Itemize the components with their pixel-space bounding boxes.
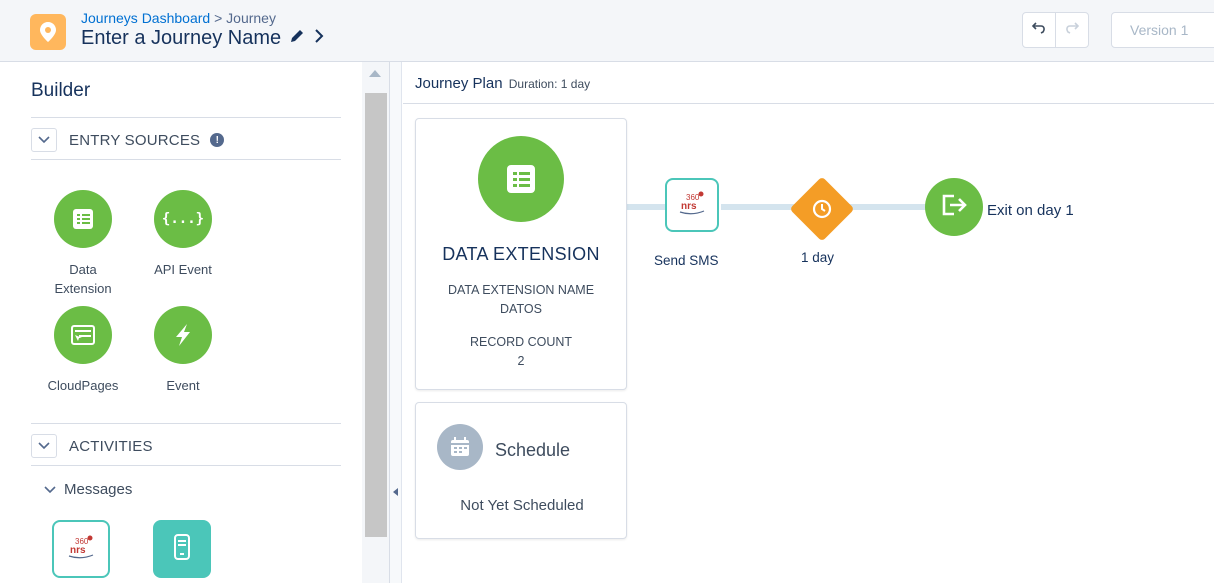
entry-source-card[interactable]: DATA EXTENSION DATA EXTENSION NAME DATOS… <box>415 118 627 390</box>
divider <box>31 423 341 424</box>
connector-line <box>849 204 927 210</box>
plan-title-text: Journey Plan <box>415 75 503 92</box>
svg-text:nrs: nrs <box>70 545 86 556</box>
lightning-icon <box>154 306 212 364</box>
info-icon[interactable]: ! <box>210 133 225 147</box>
record-count-value: 2 <box>517 354 525 368</box>
activity-mobile-message[interactable] <box>153 520 211 578</box>
entry-name-value: DATOS <box>500 302 542 316</box>
breadcrumb-dashboard-link[interactable]: Journeys Dashboard <box>81 10 210 26</box>
schedule-title: Schedule <box>495 440 571 460</box>
entry-card-name: DATA EXTENSION NAME DATOS <box>416 281 626 319</box>
undo-button[interactable] <box>1022 12 1056 48</box>
builder-title: Builder <box>31 80 91 101</box>
journey-title[interactable]: Enter a Journey Name <box>81 27 325 50</box>
entry-source-label: Event <box>166 378 200 393</box>
api-event-icon: {...} <box>154 190 212 248</box>
entry-source-label: Data Extension <box>54 262 112 296</box>
entry-source-label: CloudPages <box>47 378 119 393</box>
builder-panel: Builder ENTRY SOURCES ! Data Extension {… <box>0 62 362 583</box>
calendar-icon <box>437 424 483 470</box>
svg-text:nrs: nrs <box>681 201 697 212</box>
panel-collapse-handle[interactable] <box>390 62 402 583</box>
sms-360nrs-icon: 360 nrs <box>66 534 96 565</box>
divider <box>31 159 341 160</box>
entry-sources-label: ENTRY SOURCES <box>69 131 201 149</box>
entry-source-data-extension[interactable]: Data Extension <box>38 190 128 298</box>
divider <box>31 117 341 118</box>
send-sms-activity[interactable]: 360 nrs <box>665 178 719 232</box>
divider <box>31 465 341 466</box>
chevron-right-icon[interactable] <box>313 27 325 50</box>
entry-source-event[interactable]: Event <box>138 306 228 395</box>
exit-label: Exit on day 1 <box>987 202 1074 219</box>
entry-card-title: DATA EXTENSION <box>442 244 600 264</box>
chevron-down-icon <box>38 131 50 149</box>
version-button[interactable]: Version 1 <box>1111 12 1214 48</box>
breadcrumb-separator: > <box>214 10 223 26</box>
header-bar: Journeys Dashboard > Journey Enter a Jou… <box>0 0 1214 62</box>
clock-icon <box>806 193 838 225</box>
breadcrumb-current: Journey <box>226 10 276 26</box>
activity-sms-360nrs[interactable]: 360 nrs <box>52 520 110 578</box>
entry-sources-header[interactable]: ENTRY SOURCES ! <box>31 127 225 153</box>
journey-plan-bar: Journey Plan Duration: 1 day <box>403 62 1214 104</box>
journey-plan-title: Journey Plan Duration: 1 day <box>415 75 590 92</box>
mobile-phone-icon <box>173 533 191 566</box>
pencil-icon[interactable] <box>289 27 305 50</box>
exit-node[interactable] <box>925 178 983 236</box>
chevron-down-icon <box>44 481 56 498</box>
record-count-label: RECORD COUNT <box>469 335 573 349</box>
undo-icon <box>1031 20 1047 41</box>
data-extension-icon <box>478 136 564 222</box>
entry-source-api-event[interactable]: {...} API Event <box>138 190 228 279</box>
schedule-status: Not Yet Scheduled <box>460 497 584 514</box>
breadcrumb: Journeys Dashboard > Journey <box>81 10 276 26</box>
journey-logo-icon <box>30 14 66 50</box>
builder-scrollbar[interactable] <box>362 62 390 583</box>
scroll-thumb[interactable] <box>365 93 387 537</box>
sms-360nrs-icon: 360 nrs <box>677 190 707 221</box>
entry-name-label: DATA EXTENSION NAME <box>447 283 595 297</box>
connector-line <box>627 204 665 210</box>
data-extension-icon <box>54 190 112 248</box>
journey-name-text[interactable]: Enter a Journey Name <box>81 27 281 50</box>
exit-icon <box>940 193 968 222</box>
connector-line <box>721 204 801 210</box>
collapse-left-icon <box>393 488 398 496</box>
plan-duration: Duration: 1 day <box>508 77 591 91</box>
scroll-up-arrow-icon[interactable] <box>369 70 381 77</box>
entry-card-count: RECORD COUNT 2 <box>416 333 626 371</box>
redo-icon <box>1064 20 1080 41</box>
journey-canvas: Journey Plan Duration: 1 day DATA EXTENS… <box>403 62 1214 583</box>
messages-group-header[interactable]: Messages <box>44 481 132 498</box>
wait-duration-label: 1 day <box>801 250 835 265</box>
entry-source-label: API Event <box>154 262 212 277</box>
activities-toggle[interactable] <box>31 434 57 458</box>
send-sms-label: Send SMS <box>654 253 719 268</box>
schedule-card[interactable]: Schedule Not Yet Scheduled <box>415 402 627 539</box>
chevron-down-icon <box>38 437 50 455</box>
messages-label: Messages <box>64 481 133 498</box>
activities-header[interactable]: ACTIVITIES <box>31 433 153 459</box>
entry-source-cloudpages[interactable]: CloudPages <box>38 306 128 395</box>
redo-button[interactable] <box>1055 12 1089 48</box>
activities-label: ACTIVITIES <box>69 437 153 455</box>
entry-sources-toggle[interactable] <box>31 128 57 152</box>
cloudpages-icon <box>54 306 112 364</box>
